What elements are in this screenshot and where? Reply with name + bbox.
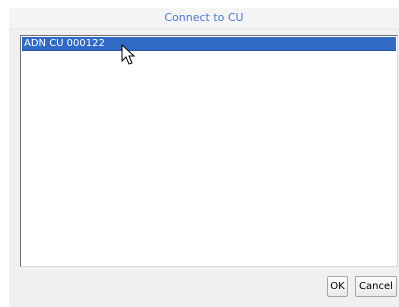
- list-item[interactable]: ADN CU 000122: [22, 37, 396, 51]
- dialog-title: Connect to CU: [164, 11, 244, 24]
- cu-listbox[interactable]: ADN CU 000122: [20, 35, 398, 267]
- mouse-pointer-icon: [121, 44, 136, 65]
- cancel-button[interactable]: Cancel: [355, 276, 397, 297]
- connect-dialog: Connect to CU ADN CU 000122 OK Cancel: [0, 0, 399, 307]
- ok-button[interactable]: OK: [327, 276, 348, 297]
- dialog-title-bar[interactable]: Connect to CU: [9, 8, 399, 29]
